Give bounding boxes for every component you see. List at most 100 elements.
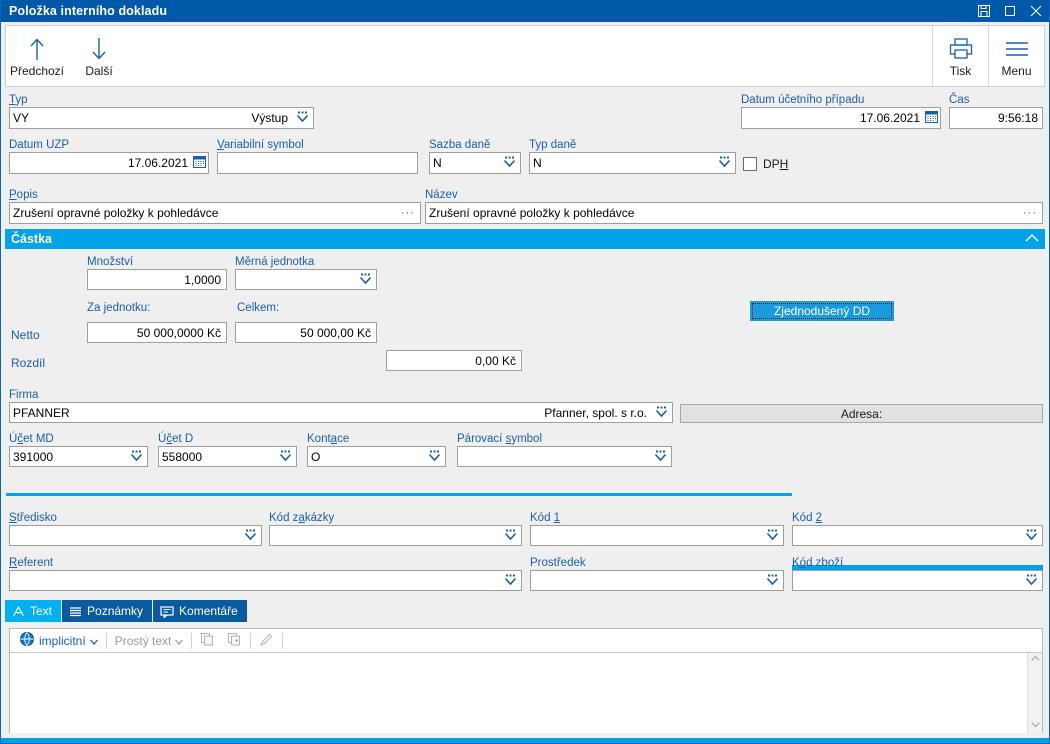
chevron-down-icon[interactable] [242,528,259,544]
toolbar-separator [250,632,252,649]
parovaci-symbol-input[interactable] [457,446,672,467]
cas-input[interactable]: 9:56:18 [949,107,1043,129]
save-icon[interactable] [971,0,997,22]
kontace-label: Kontace [307,433,350,445]
text-content-area[interactable] [10,653,1042,733]
ellipsis-icon[interactable]: ··· [401,207,418,219]
tab-komentare[interactable]: Komentáře [153,600,247,622]
tab-poznamky[interactable]: Poznámky [62,600,153,622]
chevron-down-icon[interactable] [653,405,670,421]
kod-zakazky-label: Kód zakázky [269,512,335,524]
ucet-d-label: Účet D [158,433,194,445]
datum-ucetniho-pripadu-value: 17.06.2021 [859,111,920,125]
field-netto-za-jednotku: 50 000,0000 Kč [87,322,227,343]
edit-button[interactable] [255,632,278,650]
scroll-up-icon[interactable] [1030,653,1040,667]
text-editor: implicitní Prostý text [9,628,1043,733]
prostredek-input[interactable] [530,570,784,591]
firma-input[interactable]: PFANNER Pfanner, spol. s r.o. [9,402,673,423]
next-button[interactable]: Další [68,26,130,86]
format-selector[interactable]: Prostý text [111,634,188,648]
netto-za-jednotku-input[interactable]: 50 000,0000 Kč [87,322,227,343]
popis-input[interactable]: Zrušení opravné položky k pohledávce ··· [9,202,421,224]
chevron-down-icon[interactable] [764,573,781,589]
calendar-icon[interactable] [920,110,938,126]
dph-checkbox[interactable] [743,157,757,171]
variabilni-symbol-input[interactable] [217,152,418,174]
arrow-down-icon [90,35,108,61]
tab-text[interactable]: Text [5,600,62,622]
chevron-down-icon[interactable] [652,449,669,465]
datum-uzp-value: 17.06.2021 [127,156,188,170]
kod-2-input[interactable] [792,525,1043,546]
maximize-icon[interactable] [997,0,1023,22]
previous-button[interactable]: Předchozí [6,26,68,86]
chevron-down-icon[interactable] [502,528,519,544]
chevron-down-icon[interactable] [294,110,311,126]
chevron-down-icon[interactable] [501,155,518,171]
section-header-castka[interactable]: Částka [5,229,1045,249]
language-selector[interactable]: implicitní [15,631,102,650]
typ-dane-input[interactable]: N [529,152,736,174]
status-bar [1,738,1049,743]
kod-1-label: Kód 1 [530,512,561,524]
sazba-dane-input[interactable]: N [429,152,521,174]
scroll-down-icon[interactable] [1030,719,1040,733]
chevron-down-icon[interactable] [357,272,374,288]
menu-button[interactable]: Menu [988,26,1044,86]
paste-button[interactable] [223,632,246,650]
firma-label: Firma [9,389,39,401]
chevron-down-icon[interactable] [128,449,145,465]
language-label: implicitní [39,633,86,648]
toolbar-separator [191,632,193,649]
ucet-d-value: 558000 [162,449,203,464]
chevron-down-icon[interactable] [89,634,98,648]
ucet-d-input[interactable]: 558000 [158,446,297,467]
field-kod-2: Kód 2 [792,512,1043,546]
stredisko-input[interactable] [9,525,262,546]
field-kod-1: Kód 1 [530,512,784,546]
ucet-md-input[interactable]: 391000 [9,446,148,467]
chevron-down-icon[interactable] [1023,528,1040,544]
checkbox-dph[interactable]: DPH [743,157,788,171]
chevron-down-icon[interactable] [175,634,184,648]
datum-uzp-input[interactable]: 17.06.2021 [9,152,209,174]
typ-dane-value: N [533,156,542,170]
chevron-down-icon[interactable] [277,449,294,465]
chevron-down-icon[interactable] [426,449,443,465]
copy-button[interactable] [196,632,219,650]
chevron-down-icon[interactable] [1023,573,1040,589]
adresa-button[interactable]: Adresa: [680,404,1043,423]
nazev-value: Zrušení opravné položky k pohledávce [429,206,635,220]
tab-komentare-label: Komentáře [179,604,238,618]
close-icon[interactable] [1023,0,1049,22]
nazev-input[interactable]: Zrušení opravné položky k pohledávce ··· [425,202,1043,224]
datum-ucetniho-pripadu-input[interactable]: 17.06.2021 [741,107,941,129]
typ-input[interactable]: VY Výstup [9,107,314,129]
netto-celkem-input[interactable]: 50 000,00 Kč [235,322,377,343]
menu-label: Menu [1001,63,1032,78]
mnozstvi-label: Množství [87,256,134,268]
chevron-up-icon[interactable] [1025,232,1039,246]
merna-jednotka-input[interactable] [235,269,377,290]
zjednoduseny-dd-button[interactable]: Zjednodušený DD [750,301,894,321]
kod-1-input[interactable] [530,525,784,546]
kod-zbozi-input[interactable] [792,570,1043,591]
ellipsis-icon[interactable]: ··· [1023,207,1040,219]
kontace-input[interactable]: O [307,446,446,467]
chevron-down-icon[interactable] [716,155,733,171]
section-title-castka: Částka [11,232,52,246]
referent-input[interactable] [9,570,522,591]
main-toolbar: Předchozí Další Tisk Menu [5,25,1045,87]
internal-document-item-window: Položka interního dokladu Předchozí Dalš… [0,0,1050,744]
mnozstvi-input[interactable]: 1,0000 [87,269,227,290]
calendar-icon[interactable] [188,155,206,171]
field-rozdil: 0,00 Kč [386,350,522,371]
print-button[interactable]: Tisk [932,26,988,86]
kod-zakazky-input[interactable] [269,525,522,546]
vertical-scrollbar[interactable] [1027,653,1042,733]
chevron-down-icon[interactable] [502,573,519,589]
chevron-down-icon[interactable] [764,528,781,544]
field-firma: Firma PFANNER Pfanner, spol. s r.o. [9,389,673,423]
rozdil-input[interactable]: 0,00 Kč [386,350,522,371]
